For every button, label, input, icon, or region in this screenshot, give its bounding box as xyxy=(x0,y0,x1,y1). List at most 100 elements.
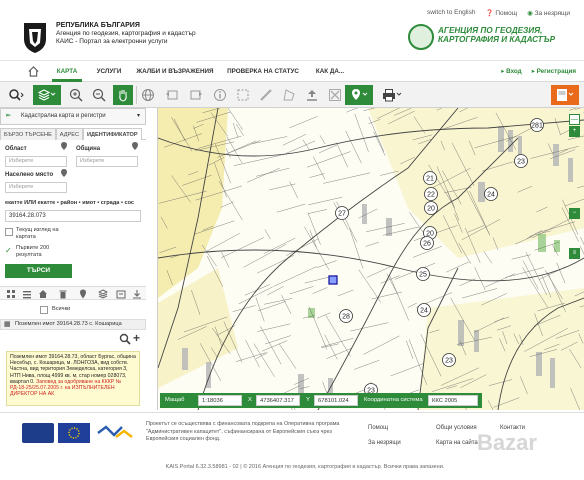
panel-header-label: Кадастрална карта и регистри xyxy=(21,113,106,119)
download-icon[interactable] xyxy=(132,289,142,299)
parcel-number-label: 22 xyxy=(427,192,435,199)
panel-header[interactable]: ⇤ Кадастрална карта и регистри ▾ xyxy=(0,108,146,125)
current-view-label: Текущ изглед на картата xyxy=(16,227,59,240)
footer-links-col1: Помощ За незрящи xyxy=(368,421,401,451)
map-pin-icon[interactable] xyxy=(132,142,138,150)
register-link[interactable]: ▸ Регистрация xyxy=(532,61,576,82)
map-pin-icon xyxy=(352,89,368,100)
grid-icon[interactable] xyxy=(6,289,16,299)
tab-identifier[interactable]: ИДЕНТИФИКАТОР xyxy=(83,128,142,140)
agency-line-3: КАИС - Портал за електронни услуги xyxy=(56,38,168,45)
search-tool-button[interactable] xyxy=(2,85,30,105)
basemap-button[interactable] xyxy=(551,85,579,105)
zoom-out-map-icon[interactable]: − xyxy=(569,208,580,219)
export-icon[interactable] xyxy=(116,289,126,299)
parcel-number-label: 24 xyxy=(487,192,495,199)
pan-button[interactable] xyxy=(113,85,133,105)
collapse-icon[interactable]: — xyxy=(569,114,580,125)
agency-line-1: РЕПУБЛИКА БЪЛГАРИЯ xyxy=(56,22,140,29)
zoom-to-icon[interactable] xyxy=(119,333,131,345)
layers-toggle-icon[interactable]: ≡ xyxy=(569,248,580,259)
list-icon: ▦ xyxy=(4,321,11,328)
result-row[interactable]: ▦ Поземлен имот 39164.28.73 с. Кошарица xyxy=(0,319,146,330)
agency-line-2: Агенция по геодезия, картография и кадас… xyxy=(56,30,196,37)
clear-button[interactable] xyxy=(325,85,345,105)
map-pin-icon[interactable] xyxy=(61,142,67,150)
switch-language-link[interactable]: switch to English xyxy=(427,9,475,17)
help-icon: ❓ xyxy=(485,10,494,17)
eu-flag-icon xyxy=(58,423,90,443)
next-extent-button[interactable] xyxy=(186,85,206,105)
current-view-checkbox[interactable] xyxy=(5,228,13,236)
zoom-out-button[interactable] xyxy=(89,85,109,105)
clear-icon xyxy=(329,89,341,101)
parcel-number-label: 26 xyxy=(423,241,431,248)
municipality-select[interactable]: Изберете xyxy=(76,156,138,167)
location-tool-button[interactable] xyxy=(345,85,373,105)
footer-accessibility-link[interactable]: За незрящи xyxy=(368,436,401,451)
scale-label: Мащаб xyxy=(165,397,185,403)
agency-title: РЕПУБЛИКА БЪЛГАРИЯ Агенция по геодезия, … xyxy=(56,22,196,46)
footer-terms-link[interactable]: Общи условия xyxy=(436,421,478,436)
map-pin-icon[interactable] xyxy=(61,169,67,177)
selected-parcel-marker[interactable] xyxy=(328,275,338,285)
delete-icon[interactable] xyxy=(58,289,68,299)
search-tabs: БЪРЗО ТЪРСЕНЕ АДРЕС ИДЕНТИФИКАТОР xyxy=(0,128,146,140)
layers-icon xyxy=(38,89,56,101)
identify-button[interactable] xyxy=(210,85,230,105)
upload-icon xyxy=(307,90,317,101)
y-coordinate-value: 678101.024 xyxy=(314,395,358,406)
coordinate-bar: Мащаб 1:18036 X 4736407.317 Y 678101.024… xyxy=(160,393,482,408)
agency-logo-text: АГЕНЦИЯ ПО ГЕОДЕЗИЯ, КАРТОГРАФИЯ И КАДАС… xyxy=(438,26,555,44)
zoom-out-icon xyxy=(92,88,106,102)
ruler-icon xyxy=(260,89,272,101)
footer-sitemap-link[interactable]: Карта на сайта xyxy=(436,436,478,451)
settlement-select[interactable]: Изберете xyxy=(5,182,67,193)
scale-value[interactable]: 1:18036 xyxy=(198,395,242,406)
nav-services[interactable]: УСЛУГИ xyxy=(92,61,126,82)
tab-address[interactable]: АДРЕС xyxy=(55,128,84,140)
upload-button[interactable] xyxy=(302,85,322,105)
search-button[interactable]: ТЪРСИ xyxy=(5,264,72,278)
nav-status-check[interactable]: ПРОВЕРКА НА СТАТУС xyxy=(224,61,302,82)
home-icon[interactable] xyxy=(28,66,39,77)
select-all-checkbox[interactable] xyxy=(40,306,48,314)
accessibility-link-label: За незрящи xyxy=(534,10,570,17)
watermark-text: Bazar xyxy=(477,430,537,455)
measure-area-button[interactable] xyxy=(279,85,299,105)
collapse-icon: ⇤ xyxy=(6,113,12,119)
copyright-text: KAIS.Portal 6.32.3.58981 - 02 | © 2016 А… xyxy=(165,464,445,470)
layers-button[interactable] xyxy=(33,85,61,105)
add-icon[interactable]: + xyxy=(133,331,140,345)
help-link[interactable]: ❓ Помощ xyxy=(485,9,517,17)
select-area-button[interactable] xyxy=(233,85,253,105)
nav-map[interactable]: КАРТА xyxy=(52,61,82,82)
full-extent-button[interactable] xyxy=(138,85,158,105)
cadastral-map[interactable]: 281 23 24 22 21 20 27 26 25 28 23 24 23 20 — + − ≡ xyxy=(158,108,584,410)
footer-help-link[interactable]: Помощ xyxy=(368,421,401,436)
parcel-number-label: 24 xyxy=(420,308,428,315)
print-button[interactable] xyxy=(377,85,407,105)
list-icon[interactable] xyxy=(22,289,32,299)
previous-extent-button[interactable] xyxy=(162,85,182,105)
measure-distance-button[interactable] xyxy=(256,85,276,105)
area-icon xyxy=(283,89,295,101)
tab-quick-search[interactable]: БЪРЗО ТЪРСЕНЕ xyxy=(0,128,56,140)
nav-how-to[interactable]: КАК ДА... xyxy=(310,61,350,82)
region-select[interactable]: Изберете xyxy=(5,156,67,167)
cadastral-map-canvas[interactable]: 28123242221202726252823242320 xyxy=(158,108,584,410)
map-pin-icon[interactable] xyxy=(78,289,88,299)
coordinate-system-select[interactable]: ККС 2005 xyxy=(428,395,478,406)
accessibility-link[interactable]: ◉ За незрящи xyxy=(527,9,570,17)
search-icon xyxy=(9,89,24,101)
zoom-in-map-icon[interactable]: + xyxy=(569,126,580,137)
nav-complaints[interactable]: ЖАЛБИ И ВЪЗРАЖЕНИЯ xyxy=(134,61,216,82)
home-icon[interactable] xyxy=(38,289,48,299)
identifier-input[interactable]: 39164.28.073 xyxy=(5,210,141,222)
layers-icon[interactable] xyxy=(98,289,108,299)
zoom-in-icon xyxy=(69,88,83,102)
zoom-in-button[interactable] xyxy=(66,85,86,105)
y-label: Y xyxy=(306,397,310,403)
check-icon[interactable]: ✓ xyxy=(5,246,12,255)
login-link[interactable]: ▸ Вход xyxy=(501,61,522,82)
